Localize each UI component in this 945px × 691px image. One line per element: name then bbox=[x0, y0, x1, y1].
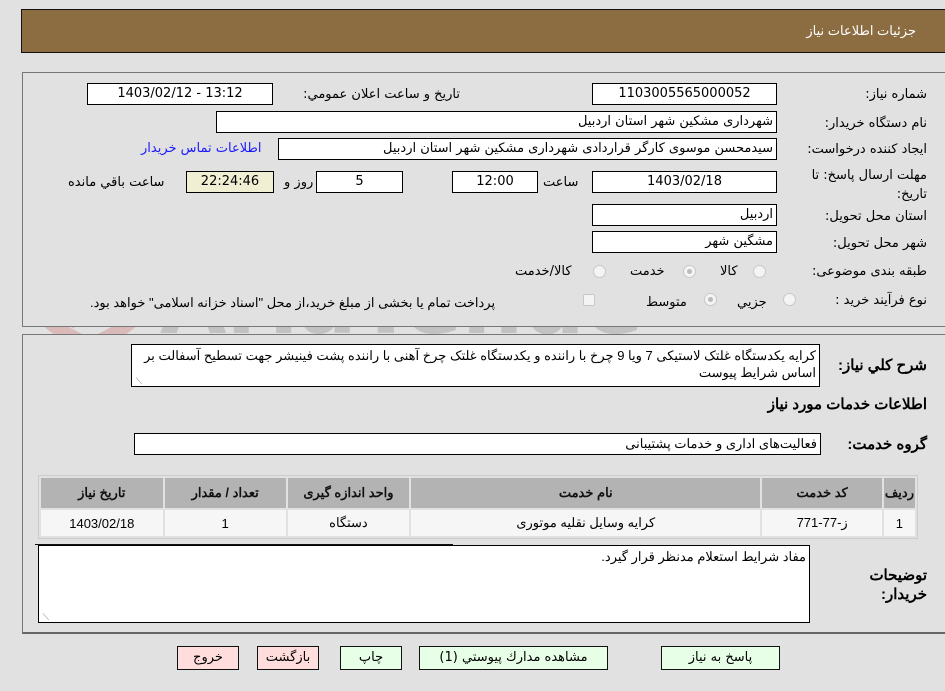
category-option-goods: كالا bbox=[720, 264, 738, 279]
description-textarea[interactable]: کرایه یکدستگاه غلتک لاستیکی 7 ویا 9 چرخ … bbox=[131, 344, 820, 387]
category-radio-goods[interactable] bbox=[753, 265, 766, 278]
remaining-days-field: 5 bbox=[316, 171, 403, 193]
table-header-row: رديف كد خدمت نام خدمت واحد اندازه گيری ت… bbox=[41, 478, 915, 508]
description-text: کرایه یکدستگاه غلتک لاستیکی 7 ویا 9 چرخ … bbox=[144, 348, 816, 380]
resize-handle-icon[interactable]: ⟋ bbox=[41, 613, 49, 622]
column-header-need-date: تاريخ نياز bbox=[41, 478, 163, 508]
treasury-note: پرداخت تمام يا بخشی از مبلغ خريد،از محل … bbox=[90, 295, 496, 310]
category-radio-service[interactable] bbox=[683, 265, 696, 278]
cell-quantity: 1 bbox=[164, 510, 286, 536]
buyer-notes-text: مفاد شرایط استعلام مدنظر قرار گیرد. bbox=[601, 549, 806, 564]
services-section-title: اطلاعات خدمات مورد نياز bbox=[767, 396, 927, 413]
column-header-service-code: كد خدمت bbox=[762, 478, 882, 508]
buyer-org-label: نام دستگاه خريدار: bbox=[824, 116, 927, 131]
city-field: مشگین شهر bbox=[592, 231, 777, 253]
buyer-contact-link[interactable]: اطلاعات تماس خريدار bbox=[141, 141, 261, 156]
announce-date-field: 1403/02/12 - 13:12 bbox=[87, 83, 273, 105]
page-title: جزئيات اطلاعات نياز bbox=[806, 23, 916, 38]
buyer-org-field: شهرداری مشکین شهر استان اردبیل bbox=[216, 111, 777, 133]
need-number-field: 1103005565000052 bbox=[592, 83, 777, 105]
service-group-field: فعالیت‌های اداری و خدمات پشتیبانی bbox=[134, 433, 821, 455]
table-row: 1 ز-77-771 کرایه وسایل نقلیه موتوری دستگ… bbox=[41, 510, 915, 536]
requester-field: سیدمحسن موسوی کارگر قراردادی شهرداری مشک… bbox=[278, 138, 777, 160]
need-number-label: شماره نياز: bbox=[865, 87, 927, 102]
cell-row-number: 1 bbox=[883, 510, 915, 536]
deadline-date-field: 1403/02/18 bbox=[592, 171, 777, 193]
column-header-service-name: نام خدمت bbox=[411, 478, 761, 508]
page-header: جزئيات اطلاعات نياز bbox=[21, 9, 945, 53]
category-label: طبقه بندی موضوعی: bbox=[811, 264, 927, 279]
cell-need-date: 1403/02/18 bbox=[41, 510, 163, 536]
days-label: روز و bbox=[284, 175, 314, 190]
deadline-label: مهلت ارسال پاسخ: تا تاريخ: bbox=[811, 168, 927, 202]
description-label: شرح كلي نياز: bbox=[838, 357, 927, 374]
cell-service-code: ز-77-771 bbox=[762, 510, 882, 536]
service-group-label: گروه خدمت: bbox=[847, 436, 927, 453]
province-field: اردبیل bbox=[592, 204, 777, 226]
column-header-quantity: تعداد / مقدار bbox=[164, 478, 286, 508]
process-option-medium: متوسط bbox=[646, 295, 687, 310]
city-label: شهر محل تحويل: bbox=[832, 236, 927, 251]
process-option-minor: جزيي bbox=[737, 295, 767, 310]
cell-service-name: کرایه وسایل نقلیه موتوری bbox=[411, 510, 761, 536]
category-radio-goods-service[interactable] bbox=[593, 265, 606, 278]
process-type-label: نوع فرآيند خريد : bbox=[835, 293, 927, 308]
deadline-time-field: 12:00 bbox=[452, 171, 538, 193]
remaining-time-field: 22:24:46 bbox=[186, 171, 274, 193]
category-option-goods-service: كالا/خدمت bbox=[515, 264, 572, 279]
buyer-notes-label: توضيحات خريدار: bbox=[869, 567, 927, 603]
view-attachments-button[interactable]: مشاهده مدارك پيوستي (1) bbox=[419, 646, 608, 670]
treasury-checkbox[interactable] bbox=[583, 294, 595, 306]
back-button[interactable]: بازگشت bbox=[257, 646, 319, 670]
services-table: رديف كد خدمت نام خدمت واحد اندازه گيری ت… bbox=[38, 475, 918, 539]
requester-label: ايجاد كننده درخواست: bbox=[807, 142, 927, 157]
buyer-notes-textarea[interactable]: مفاد شرایط استعلام مدنظر قرار گیرد. ⟋ bbox=[38, 545, 810, 623]
process-radio-minor[interactable] bbox=[783, 293, 796, 306]
column-header-row-number: رديف bbox=[883, 478, 915, 508]
exit-button[interactable]: خروج bbox=[177, 646, 239, 670]
column-header-unit: واحد اندازه گيری bbox=[287, 478, 410, 508]
reply-button[interactable]: پاسخ به نياز bbox=[661, 646, 780, 670]
print-button[interactable]: چاپ bbox=[340, 646, 402, 670]
resize-handle-icon[interactable]: ⟋ bbox=[134, 377, 142, 386]
province-label: استان محل تحويل: bbox=[825, 209, 927, 224]
announce-date-label: تاريخ و ساعت اعلان عمومي: bbox=[303, 87, 460, 102]
cell-unit: دستگاه bbox=[287, 510, 410, 536]
deadline-time-label: ساعت bbox=[543, 175, 579, 190]
category-option-service: خدمت bbox=[630, 264, 665, 279]
remaining-time-label: ساعت باقي مانده bbox=[68, 175, 165, 190]
process-radio-medium[interactable] bbox=[704, 293, 717, 306]
